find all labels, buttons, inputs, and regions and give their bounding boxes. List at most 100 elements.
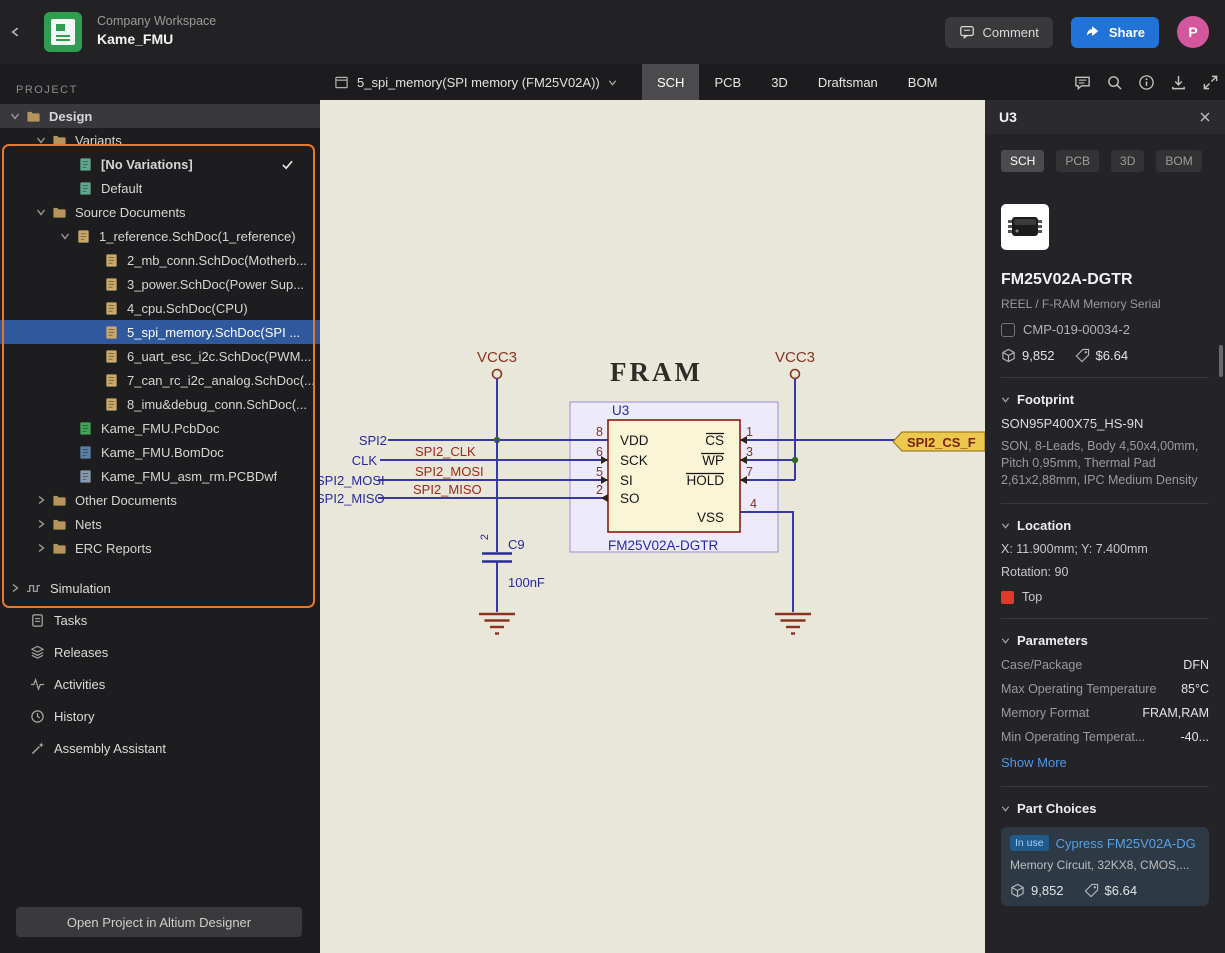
show-more-link[interactable]: Show More	[1001, 755, 1067, 770]
net-label-spi2-cs[interactable]: SPI2_CS_F	[892, 431, 985, 452]
tree-item-label: Kame_FMU_asm_rm.PCBDwf	[101, 468, 278, 484]
tab-pcb[interactable]: PCB	[699, 64, 756, 100]
tree-item-5-spi-memory-schdoc[interactable]: 5_spi_memory.SchDoc(SPI ...	[0, 320, 320, 344]
panel-tab-3d[interactable]: 3D	[1111, 150, 1145, 172]
panel-tab-pcb[interactable]: PCB	[1056, 150, 1100, 172]
sidebar-nav: Simulation Tasks Releases Activities His…	[0, 572, 320, 764]
tree-item-7-can-rc-i2c-analog-schdoc[interactable]: 7_can_rc_i2c_analog.SchDoc(...	[0, 368, 320, 392]
schdoc-icon	[104, 397, 119, 412]
panel-tab-sch[interactable]: SCH	[1001, 150, 1045, 172]
in-use-badge: In use	[1010, 835, 1049, 851]
chevron-down-icon[interactable]	[36, 207, 46, 217]
fullscreen-icon[interactable]	[1202, 74, 1219, 91]
sidebar-item-tasks[interactable]: Tasks	[0, 604, 320, 636]
tree-item-nets[interactable]: Nets	[0, 512, 320, 536]
tab-draftsman[interactable]: Draftsman	[803, 64, 893, 100]
svg-text:FM25V02A-DGTR: FM25V02A-DGTR	[608, 538, 719, 553]
part-choices-section-header[interactable]: Part Choices	[1001, 801, 1209, 816]
port-spi2-mosi[interactable]: SPI2_MOSI	[320, 473, 385, 488]
tab-bom[interactable]: BOM	[893, 64, 953, 100]
document-icon	[334, 75, 349, 90]
location-section-header[interactable]: Location	[1001, 518, 1209, 533]
user-avatar[interactable]: P	[1177, 16, 1209, 48]
chevron-right-icon[interactable]	[10, 583, 20, 593]
open-in-altium-button[interactable]: Open Project in Altium Designer	[16, 907, 302, 937]
tab-3d[interactable]: 3D	[756, 64, 803, 100]
tree-item-kame-fmu-bomdoc[interactable]: Kame_FMU.BomDoc	[0, 440, 320, 464]
capacitor-c9[interactable]: 2 C9 100nF	[479, 440, 545, 612]
harness-label-spi2[interactable]: SPI2	[359, 433, 387, 448]
tree-item-kame-fmu-pcbdoc[interactable]: Kame_FMU.PcbDoc	[0, 416, 320, 440]
chevron-right-icon[interactable]	[36, 543, 46, 553]
chevron-down-icon	[1001, 521, 1010, 530]
part-choice-description: Memory Circuit, 32KX8, CMOS,...	[1010, 858, 1190, 872]
tree-item-other-documents[interactable]: Other Documents	[0, 488, 320, 512]
tree-item-4-cpu-schdoc[interactable]: 4_cpu.SchDoc(CPU)	[0, 296, 320, 320]
power-port-vcc3-left[interactable]: VCC3	[477, 349, 517, 440]
fram-component-u3[interactable]: U3 FM25V02A-DGTR VDD SCK SI SO CS WP HOL…	[596, 403, 757, 553]
port-spi2-miso[interactable]: SPI2_MISO	[320, 491, 385, 506]
footprint-section-header[interactable]: Footprint	[1001, 392, 1209, 407]
sidebar-item-activities[interactable]: Activities	[0, 668, 320, 700]
sidebar-item-assembly-assistant[interactable]: Assembly Assistant	[0, 732, 320, 764]
chip-image	[1008, 217, 1042, 236]
document-toolbar: 5_spi_memory(SPI memory (FM25V02A)) SCH …	[320, 64, 1225, 100]
chevron-right-icon[interactable]	[36, 519, 46, 529]
part-choice-name[interactable]: Cypress FM25V02A-DG	[1056, 836, 1196, 851]
download-icon[interactable]	[1170, 74, 1187, 91]
component-checkbox[interactable]	[1001, 322, 1015, 337]
close-icon[interactable]	[1199, 111, 1211, 123]
chevron-down-icon[interactable]	[36, 135, 46, 145]
chevron-down-icon[interactable]	[60, 231, 70, 241]
svg-text:C9: C9	[508, 537, 525, 552]
price-tag-icon	[1075, 348, 1090, 363]
tree-item-6-uart-esc-i2c-schdoc[interactable]: 6_uart_esc_i2c.SchDoc(PWM...	[0, 344, 320, 368]
tree-item-2-mb-conn-schdoc[interactable]: 2_mb_conn.SchDoc(Motherb...	[0, 248, 320, 272]
svg-text:7: 7	[746, 465, 753, 479]
parameter-row: Min Operating Temperat... -40...	[1001, 730, 1209, 744]
sidebar-item-simulation[interactable]: Simulation	[0, 572, 320, 604]
stock-icon	[1001, 348, 1016, 363]
tree-item-kame-fmu-asm-pcbdwf[interactable]: Kame_FMU_asm_rm.PCBDwf	[0, 464, 320, 488]
net-label-spi2-miso[interactable]: SPI2_MISO	[413, 482, 482, 497]
history-icon	[30, 709, 45, 724]
document-selector[interactable]: 5_spi_memory(SPI memory (FM25V02A))	[334, 64, 617, 100]
tree-item-default-variant[interactable]: Default	[0, 176, 320, 200]
svg-text:2: 2	[479, 534, 491, 540]
parameters-section-header[interactable]: Parameters	[1001, 633, 1209, 648]
sidebar-item-releases[interactable]: Releases	[0, 636, 320, 668]
comments-icon[interactable]	[1074, 74, 1091, 91]
info-icon[interactable]	[1138, 74, 1155, 91]
part-choice-card[interactable]: In use Cypress FM25V02A-DG Memory Circui…	[1001, 827, 1209, 906]
ground-symbol-left[interactable]	[479, 612, 515, 635]
section-title: Location	[1017, 518, 1072, 533]
section-title: Part Choices	[1017, 801, 1097, 816]
pcbdoc-icon	[78, 421, 93, 436]
project-tree: Design Variants [No Variations] Default …	[0, 104, 320, 608]
search-icon[interactable]	[1106, 74, 1123, 91]
tree-item-source-documents[interactable]: Source Documents	[0, 200, 320, 224]
tree-item-variants[interactable]: Variants	[0, 128, 320, 152]
chevron-down-icon[interactable]	[10, 111, 20, 121]
tree-item-3-power-schdoc[interactable]: 3_power.SchDoc(Power Sup...	[0, 272, 320, 296]
panel-scrollbar[interactable]	[1219, 345, 1223, 377]
port-clk[interactable]: CLK	[352, 453, 378, 468]
sidebar-item-label: Simulation	[50, 580, 111, 596]
tree-item-erc-reports[interactable]: ERC Reports	[0, 536, 320, 560]
sidebar-item-history[interactable]: History	[0, 700, 320, 732]
net-label-spi2-clk[interactable]: SPI2_CLK	[415, 444, 476, 459]
net-label-spi2-mosi[interactable]: SPI2_MOSI	[415, 464, 484, 479]
tree-item-8-imu-debug-conn-schdoc[interactable]: 8_imu&debug_conn.SchDoc(...	[0, 392, 320, 416]
part-description: REEL / F-RAM Memory Serial	[1001, 297, 1161, 311]
panel-tab-bom[interactable]: BOM	[1156, 150, 1202, 172]
ground-symbol-right[interactable]	[775, 612, 811, 635]
comment-button[interactable]: Comment	[944, 16, 1053, 48]
tree-item-1-reference-schdoc[interactable]: 1_reference.SchDoc(1_reference)	[0, 224, 320, 248]
schematic-canvas[interactable]: FRAM VCC3 VCC3 2 C9 100nF U3 FM25V02A-DG…	[320, 100, 985, 953]
chevron-right-icon[interactable]	[36, 495, 46, 505]
tree-item-no-variations[interactable]: [No Variations]	[0, 152, 320, 176]
back-button[interactable]	[10, 20, 24, 44]
tab-sch[interactable]: SCH	[642, 64, 700, 100]
tree-item-design[interactable]: Design	[0, 104, 320, 128]
share-button[interactable]: Share	[1070, 16, 1159, 48]
